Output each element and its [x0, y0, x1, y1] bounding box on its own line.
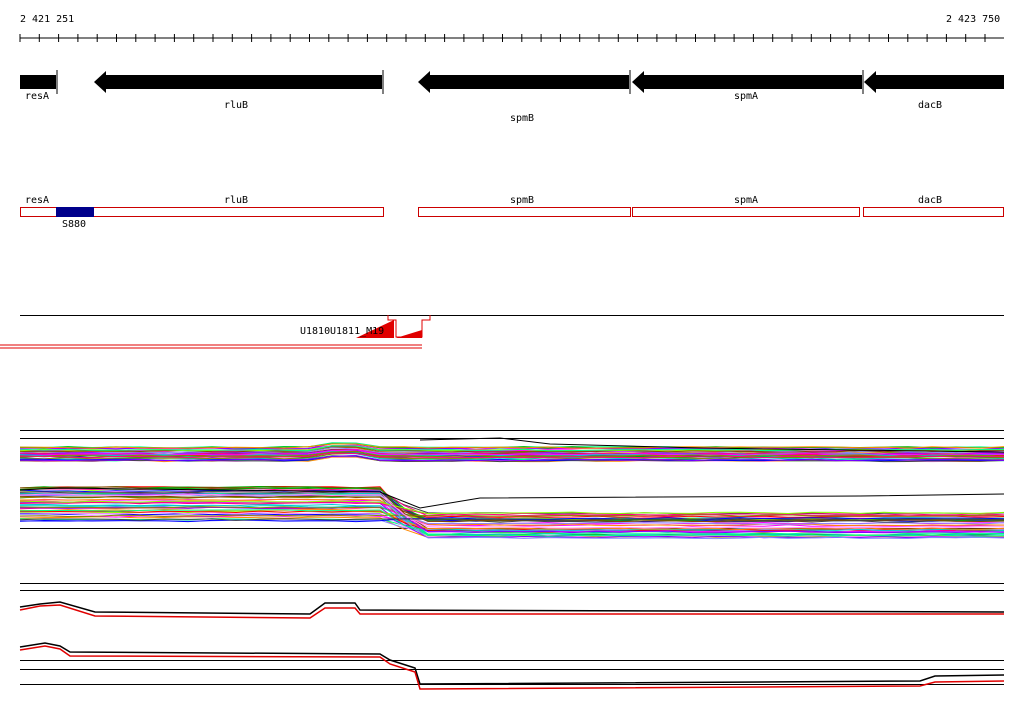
gene-label-resA[interactable]: resA	[25, 91, 49, 103]
region-label-spmB: spmB	[510, 195, 535, 206]
gene-label-spmA[interactable]: spmA	[734, 91, 758, 103]
gene-label-spmB[interactable]: spmB	[510, 113, 534, 125]
region-label-rluB: rluB	[224, 195, 249, 206]
read-label-u1810[interactable]: U1810	[300, 326, 330, 338]
region-label-spmA: spmA	[734, 195, 759, 206]
gene-arrow-rluB	[94, 71, 382, 93]
region-label-resA: resA	[25, 195, 50, 206]
region-box-2	[632, 207, 860, 217]
region-box-1	[418, 207, 631, 217]
region-box-3	[863, 207, 1004, 217]
read-label-u1811[interactable]: U1811_M19	[330, 326, 384, 338]
summary-line-black-1	[19, 601, 1005, 615]
feature-label-s880[interactable]: S880	[62, 219, 86, 231]
genome-browser-canvas	[0, 34, 1005, 690]
gene-arrow-spmB	[418, 71, 629, 93]
gene-arrow-spmA	[632, 71, 862, 93]
gene-arrow-resA	[20, 75, 56, 89]
gene-arrow-dacB	[864, 71, 1004, 93]
region-label-dacB: dacB	[918, 195, 943, 206]
gene-label-rluB[interactable]: rluB	[224, 100, 248, 112]
gene-label-dacB[interactable]: dacB	[918, 100, 942, 112]
summary-line-black-2	[19, 642, 1005, 685]
feature-box-s880	[56, 207, 94, 217]
read-gap-bracket	[387, 315, 431, 338]
